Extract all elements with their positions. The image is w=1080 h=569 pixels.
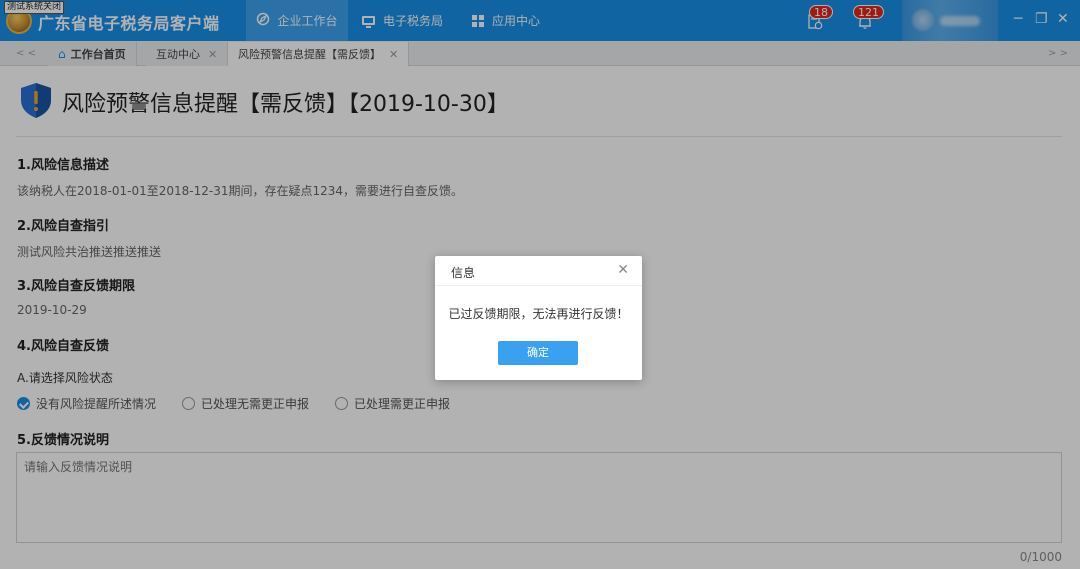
dialog-header: 信息 ✕ [435, 256, 642, 286]
dialog-message: 已过反馈期限，无法再进行反馈！ [448, 307, 629, 321]
close-icon[interactable]: ✕ [617, 262, 629, 278]
dialog-title: 信息 [451, 266, 476, 280]
confirm-button[interactable]: 确定 [498, 341, 578, 365]
info-dialog: 信息 ✕ 已过反馈期限，无法再进行反馈！ 确定 [435, 256, 642, 380]
